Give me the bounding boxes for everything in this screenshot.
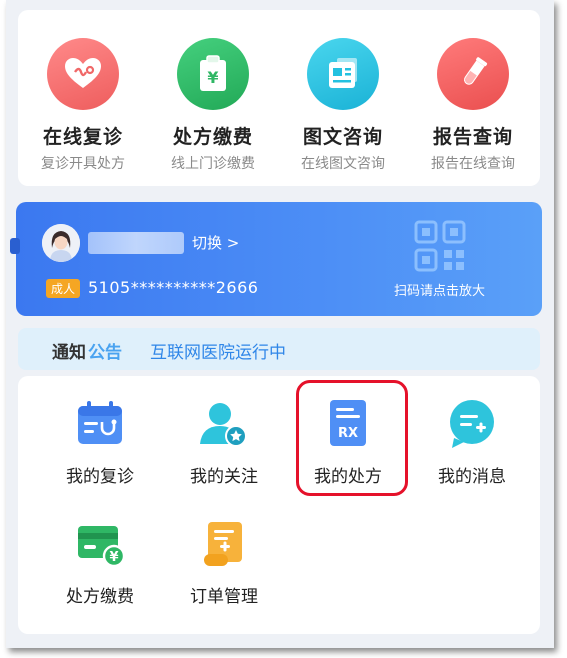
switch-patient-link[interactable]: 切换 >	[192, 232, 239, 253]
highlight-box	[296, 380, 408, 496]
bill-yen-icon: ¥	[177, 38, 249, 110]
qr-hint-text: 扫码请点击放大	[394, 284, 486, 299]
qr-code-icon[interactable]	[414, 220, 466, 272]
patient-card[interactable]: 切换 > 成人 5105**********2666 扫码请点击放大	[10, 202, 542, 316]
notice-text: 互联网医院运行中	[150, 343, 286, 363]
menu-my-messages[interactable]: 我的消息	[410, 398, 534, 487]
notice-label-2: 公告	[88, 343, 122, 363]
notice-bar[interactable]: 通知 公告 互联网医院运行中	[18, 328, 540, 370]
heart-pulse-icon	[47, 38, 119, 110]
svg-text:¥: ¥	[207, 68, 218, 87]
service-text-consult[interactable]: 图文咨询 在线图文咨询	[278, 10, 408, 173]
card-yen-icon: ¥	[74, 518, 126, 570]
calendar-stethoscope-icon	[74, 398, 126, 450]
my-menu-card: 我的复诊 我的关注 RX 我的处方 我的消息 ¥ 处方缴费 订单管理	[18, 376, 540, 634]
notice-label-1: 通知	[52, 343, 86, 363]
card-number: 5105**********2666	[88, 278, 259, 297]
service-report-query[interactable]: 报告查询 报告在线查询	[408, 10, 538, 173]
menu-order-management[interactable]: 订单管理	[162, 518, 286, 607]
document-image-icon	[307, 38, 379, 110]
adult-badge: 成人	[46, 279, 81, 298]
service-online-revisit[interactable]: 在线复诊 复诊开具处方	[18, 10, 148, 173]
app-frame: 在线复诊 复诊开具处方 ¥ 处方缴费 线上门诊缴费 图文咨询 在线图文咨询 报告…	[6, 0, 554, 648]
menu-prescription-payment[interactable]: ¥ 处方缴费	[38, 518, 162, 607]
menu-label: 我的消息	[438, 467, 506, 487]
menu-label: 我的关注	[190, 467, 258, 487]
service-title: 报告查询	[432, 126, 513, 148]
user-star-icon	[198, 398, 250, 450]
service-prescription-payment[interactable]: ¥ 处方缴费 线上门诊缴费	[148, 10, 278, 173]
menu-label: 我的复诊	[66, 467, 134, 487]
service-title: 图文咨询	[302, 126, 383, 148]
service-title: 处方缴费	[172, 126, 253, 148]
card-side-tab	[10, 238, 20, 254]
service-subtitle: 报告在线查询	[431, 156, 515, 172]
svg-text:¥: ¥	[109, 550, 118, 565]
menu-my-revisit[interactable]: 我的复诊	[38, 398, 162, 487]
service-subtitle: 复诊开具处方	[41, 156, 125, 172]
test-tube-icon	[437, 38, 509, 110]
services-card: 在线复诊 复诊开具处方 ¥ 处方缴费 线上门诊缴费 图文咨询 在线图文咨询 报告…	[18, 10, 540, 186]
message-plus-icon	[446, 398, 498, 450]
patient-name-redacted	[88, 232, 184, 254]
service-title: 在线复诊	[42, 126, 123, 148]
menu-label: 订单管理	[190, 587, 258, 607]
menu-my-follow[interactable]: 我的关注	[162, 398, 286, 487]
avatar[interactable]	[42, 224, 80, 262]
service-subtitle: 在线图文咨询	[301, 156, 385, 172]
service-subtitle: 线上门诊缴费	[171, 156, 255, 172]
order-scroll-icon	[198, 518, 250, 570]
menu-label: 处方缴费	[66, 587, 134, 607]
